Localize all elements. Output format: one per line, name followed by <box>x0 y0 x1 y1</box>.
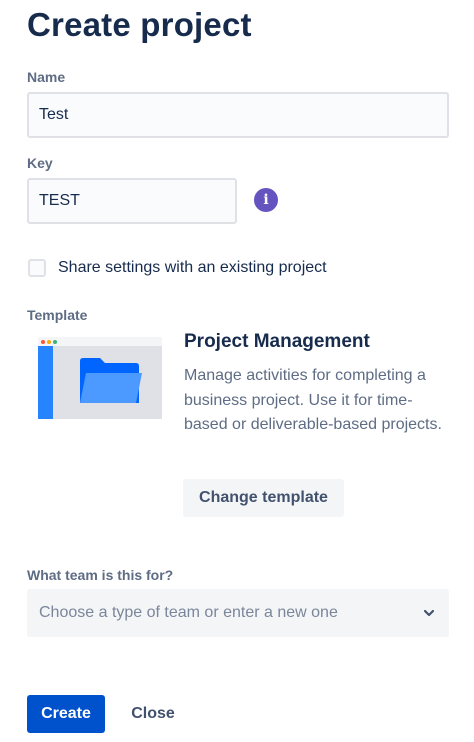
create-button[interactable]: Create <box>27 695 105 733</box>
name-field[interactable] <box>27 92 449 138</box>
team-select-placeholder: Choose a type of team or enter a new one <box>39 604 338 621</box>
key-field[interactable] <box>27 178 237 224</box>
change-template-button[interactable]: Change template <box>183 479 344 517</box>
share-settings-label: Share settings with an existing project <box>58 259 327 276</box>
chevron-down-icon[interactable] <box>421 605 437 621</box>
window-dot-yellow <box>47 340 51 344</box>
thumbnail-sidebar <box>38 346 53 419</box>
share-settings-checkbox-row[interactable]: Share settings with an existing project <box>28 259 327 277</box>
window-dot-red <box>41 340 45 344</box>
key-label: Key <box>27 155 53 171</box>
team-select[interactable]: Choose a type of team or enter a new one <box>27 589 449 637</box>
close-button[interactable]: Close <box>120 695 186 733</box>
template-title: Project Management <box>184 331 370 352</box>
template-description: Manage activities for completing a busin… <box>184 367 442 433</box>
share-settings-checkbox[interactable] <box>28 259 46 277</box>
template-thumbnail <box>38 337 162 419</box>
thumbnail-window-bar <box>38 337 162 346</box>
team-label: What team is this for? <box>27 567 174 583</box>
info-icon[interactable]: i <box>254 188 278 212</box>
folder-icon <box>80 358 142 403</box>
page-title: Create project <box>27 6 252 43</box>
name-label: Name <box>27 69 66 85</box>
window-dot-green <box>53 340 57 344</box>
template-label: Template <box>27 307 88 323</box>
